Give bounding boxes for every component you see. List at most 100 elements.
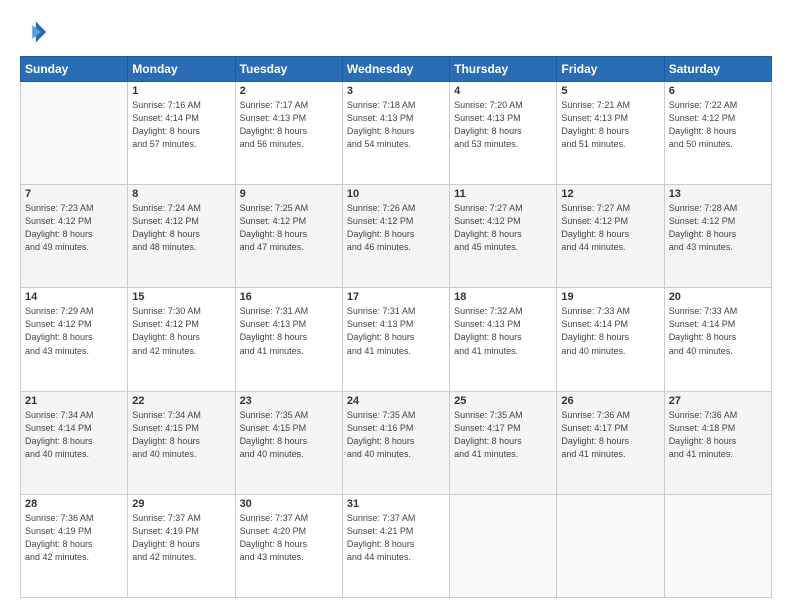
calendar: SundayMondayTuesdayWednesdayThursdayFrid… bbox=[20, 56, 772, 598]
day-info: Sunrise: 7:23 AMSunset: 4:12 PMDaylight:… bbox=[25, 202, 123, 254]
day-info: Sunrise: 7:27 AMSunset: 4:12 PMDaylight:… bbox=[561, 202, 659, 254]
calendar-cell: 16 Sunrise: 7:31 AMSunset: 4:13 PMDayligh… bbox=[235, 288, 342, 391]
calendar-cell: 26 Sunrise: 7:36 AMSunset: 4:17 PMDayligh… bbox=[557, 391, 664, 494]
day-info: Sunrise: 7:28 AMSunset: 4:12 PMDaylight:… bbox=[669, 202, 767, 254]
day-number: 24 bbox=[347, 395, 445, 407]
weekday-header-row: SundayMondayTuesdayWednesdayThursdayFrid… bbox=[21, 57, 772, 82]
day-number: 4 bbox=[454, 85, 552, 97]
day-info: Sunrise: 7:26 AMSunset: 4:12 PMDaylight:… bbox=[347, 202, 445, 254]
calendar-cell: 2 Sunrise: 7:17 AMSunset: 4:13 PMDaylight… bbox=[235, 82, 342, 185]
day-number: 5 bbox=[561, 85, 659, 97]
day-number: 9 bbox=[240, 188, 338, 200]
day-number: 27 bbox=[669, 395, 767, 407]
day-info: Sunrise: 7:31 AMSunset: 4:13 PMDaylight:… bbox=[240, 305, 338, 357]
week-row-2: 7Sunrise: 7:23 AMSunset: 4:12 PMDaylight… bbox=[21, 185, 772, 288]
weekday-wednesday: Wednesday bbox=[342, 57, 449, 82]
day-number: 20 bbox=[669, 291, 767, 303]
day-number: 29 bbox=[132, 498, 230, 510]
day-info: Sunrise: 7:21 AMSunset: 4:13 PMDaylight:… bbox=[561, 99, 659, 151]
calendar-cell: 8 Sunrise: 7:24 AMSunset: 4:12 PMDaylight… bbox=[128, 185, 235, 288]
page: SundayMondayTuesdayWednesdayThursdayFrid… bbox=[0, 0, 792, 612]
day-info: Sunrise: 7:31 AMSunset: 4:13 PMDaylight:… bbox=[347, 305, 445, 357]
day-number: 17 bbox=[347, 291, 445, 303]
day-info: Sunrise: 7:25 AMSunset: 4:12 PMDaylight:… bbox=[240, 202, 338, 254]
weekday-friday: Friday bbox=[557, 57, 664, 82]
day-info: Sunrise: 7:37 AMSunset: 4:21 PMDaylight:… bbox=[347, 512, 445, 564]
day-number: 1 bbox=[132, 85, 230, 97]
calendar-cell: 17 Sunrise: 7:31 AMSunset: 4:13 PMDayligh… bbox=[342, 288, 449, 391]
day-number: 13 bbox=[669, 188, 767, 200]
day-number: 12 bbox=[561, 188, 659, 200]
day-info: Sunrise: 7:35 AMSunset: 4:17 PMDaylight:… bbox=[454, 409, 552, 461]
day-info: Sunrise: 7:18 AMSunset: 4:13 PMDaylight:… bbox=[347, 99, 445, 151]
day-number: 2 bbox=[240, 85, 338, 97]
day-info: Sunrise: 7:30 AMSunset: 4:12 PMDaylight:… bbox=[132, 305, 230, 357]
day-info: Sunrise: 7:17 AMSunset: 4:13 PMDaylight:… bbox=[240, 99, 338, 151]
calendar-cell: 31 Sunrise: 7:37 AMSunset: 4:21 PMDayligh… bbox=[342, 494, 449, 597]
week-row-1: 1 Sunrise: 7:16 AMSunset: 4:14 PMDaylight… bbox=[21, 82, 772, 185]
day-info: Sunrise: 7:35 AMSunset: 4:16 PMDaylight:… bbox=[347, 409, 445, 461]
calendar-cell bbox=[557, 494, 664, 597]
calendar-cell: 9 Sunrise: 7:25 AMSunset: 4:12 PMDaylight… bbox=[235, 185, 342, 288]
weekday-saturday: Saturday bbox=[664, 57, 771, 82]
calendar-cell: 3 Sunrise: 7:18 AMSunset: 4:13 PMDaylight… bbox=[342, 82, 449, 185]
calendar-cell: 23Sunrise: 7:35 AMSunset: 4:15 PMDayligh… bbox=[235, 391, 342, 494]
calendar-cell bbox=[664, 494, 771, 597]
day-number: 26 bbox=[561, 395, 659, 407]
calendar-cell: 28 Sunrise: 7:36 AMSunset: 4:19 PMDayligh… bbox=[21, 494, 128, 597]
day-number: 18 bbox=[454, 291, 552, 303]
day-info: Sunrise: 7:36 AMSunset: 4:18 PMDaylight:… bbox=[669, 409, 767, 461]
calendar-cell bbox=[21, 82, 128, 185]
day-info: Sunrise: 7:16 AMSunset: 4:14 PMDaylight:… bbox=[132, 99, 230, 151]
day-info: Sunrise: 7:20 AMSunset: 4:13 PMDaylight:… bbox=[454, 99, 552, 151]
day-info: Sunrise: 7:24 AMSunset: 4:12 PMDaylight:… bbox=[132, 202, 230, 254]
week-row-4: 21 Sunrise: 7:34 AMSunset: 4:14 PMDayligh… bbox=[21, 391, 772, 494]
calendar-cell: 19 Sunrise: 7:33 AMSunset: 4:14 PMDayligh… bbox=[557, 288, 664, 391]
day-number: 31 bbox=[347, 498, 445, 510]
day-number: 30 bbox=[240, 498, 338, 510]
day-number: 22 bbox=[132, 395, 230, 407]
weekday-sunday: Sunday bbox=[21, 57, 128, 82]
weekday-thursday: Thursday bbox=[450, 57, 557, 82]
day-number: 15 bbox=[132, 291, 230, 303]
day-info: Sunrise: 7:33 AMSunset: 4:14 PMDaylight:… bbox=[669, 305, 767, 357]
day-number: 8 bbox=[132, 188, 230, 200]
calendar-cell: 4 Sunrise: 7:20 AMSunset: 4:13 PMDaylight… bbox=[450, 82, 557, 185]
day-number: 6 bbox=[669, 85, 767, 97]
calendar-cell: 1 Sunrise: 7:16 AMSunset: 4:14 PMDaylight… bbox=[128, 82, 235, 185]
calendar-cell: 20 Sunrise: 7:33 AMSunset: 4:14 PMDayligh… bbox=[664, 288, 771, 391]
day-info: Sunrise: 7:22 AMSunset: 4:12 PMDaylight:… bbox=[669, 99, 767, 151]
calendar-cell: 25 Sunrise: 7:35 AMSunset: 4:17 PMDayligh… bbox=[450, 391, 557, 494]
day-number: 19 bbox=[561, 291, 659, 303]
weekday-monday: Monday bbox=[128, 57, 235, 82]
calendar-cell: 13 Sunrise: 7:28 AMSunset: 4:12 PMDayligh… bbox=[664, 185, 771, 288]
calendar-cell: 14 Sunrise: 7:29 AMSunset: 4:12 PMDayligh… bbox=[21, 288, 128, 391]
day-info: Sunrise: 7:33 AMSunset: 4:14 PMDaylight:… bbox=[561, 305, 659, 357]
day-info: Sunrise: 7:36 AMSunset: 4:19 PMDaylight:… bbox=[25, 512, 123, 564]
week-row-3: 14 Sunrise: 7:29 AMSunset: 4:12 PMDayligh… bbox=[21, 288, 772, 391]
day-number: 28 bbox=[25, 498, 123, 510]
logo-icon bbox=[20, 18, 48, 46]
calendar-cell: 22Sunrise: 7:34 AMSunset: 4:15 PMDayligh… bbox=[128, 391, 235, 494]
day-number: 21 bbox=[25, 395, 123, 407]
day-number: 25 bbox=[454, 395, 552, 407]
day-number: 14 bbox=[25, 291, 123, 303]
calendar-cell: 24 Sunrise: 7:35 AMSunset: 4:16 PMDayligh… bbox=[342, 391, 449, 494]
calendar-cell bbox=[450, 494, 557, 597]
week-row-5: 28 Sunrise: 7:36 AMSunset: 4:19 PMDayligh… bbox=[21, 494, 772, 597]
calendar-cell: 6 Sunrise: 7:22 AMSunset: 4:12 PMDaylight… bbox=[664, 82, 771, 185]
calendar-cell: 29Sunrise: 7:37 AMSunset: 4:19 PMDayligh… bbox=[128, 494, 235, 597]
day-info: Sunrise: 7:36 AMSunset: 4:17 PMDaylight:… bbox=[561, 409, 659, 461]
day-number: 3 bbox=[347, 85, 445, 97]
weekday-tuesday: Tuesday bbox=[235, 57, 342, 82]
calendar-cell: 5 Sunrise: 7:21 AMSunset: 4:13 PMDaylight… bbox=[557, 82, 664, 185]
calendar-cell: 21 Sunrise: 7:34 AMSunset: 4:14 PMDayligh… bbox=[21, 391, 128, 494]
day-number: 16 bbox=[240, 291, 338, 303]
calendar-cell: 12 Sunrise: 7:27 AMSunset: 4:12 PMDayligh… bbox=[557, 185, 664, 288]
calendar-cell: 18Sunrise: 7:32 AMSunset: 4:13 PMDayligh… bbox=[450, 288, 557, 391]
day-number: 10 bbox=[347, 188, 445, 200]
calendar-cell: 11Sunrise: 7:27 AMSunset: 4:12 PMDayligh… bbox=[450, 185, 557, 288]
calendar-cell: 10 Sunrise: 7:26 AMSunset: 4:12 PMDayligh… bbox=[342, 185, 449, 288]
day-info: Sunrise: 7:29 AMSunset: 4:12 PMDaylight:… bbox=[25, 305, 123, 357]
day-info: Sunrise: 7:34 AMSunset: 4:14 PMDaylight:… bbox=[25, 409, 123, 461]
